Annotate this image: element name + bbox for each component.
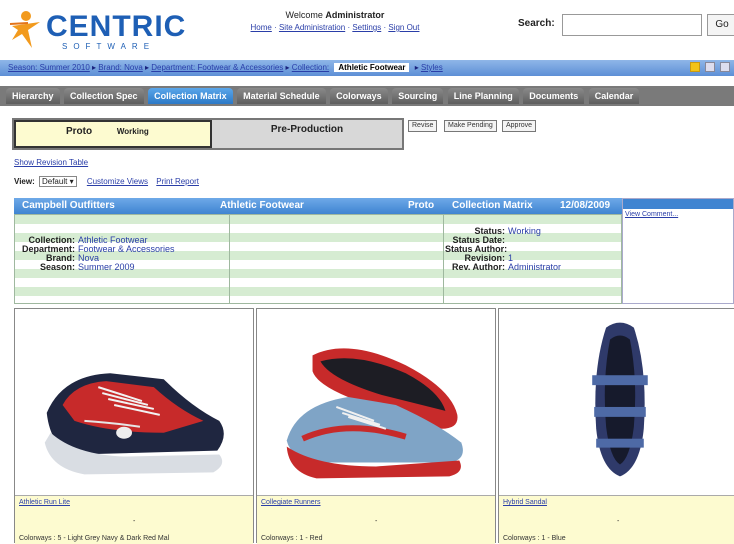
tab-documents[interactable]: Documents — [523, 88, 585, 104]
page-icon[interactable] — [704, 62, 715, 72]
product-card[interactable]: Athletic Run Lite - Colorways : 5 - Ligh… — [14, 308, 254, 544]
matrix-page-title: Collection Matrix — [452, 200, 533, 211]
product-colorways: Colorways : 1 - Red — [261, 535, 323, 542]
tab-collection-matrix[interactable]: Collection Matrix — [148, 88, 233, 104]
matrix-date: 12/08/2009 — [560, 200, 611, 211]
breadcrumb: Season: Summer 2010 ▸ Brand: Nova ▸ Depa… — [0, 60, 734, 76]
print-report-link[interactable]: Print Report — [156, 177, 199, 186]
tab-sourcing[interactable]: Sourcing — [392, 88, 444, 104]
make-pending-button[interactable]: Make Pending — [444, 120, 497, 132]
centric-logo-mark-icon — [9, 11, 40, 48]
tab-collection-spec[interactable]: Collection Spec — [64, 88, 144, 104]
breadcrumb-collection[interactable]: Collection: — [292, 63, 329, 72]
favorite-star-icon[interactable] — [689, 62, 700, 72]
header: CENTRIC SOFTWARE Welcome Administrator H… — [0, 0, 734, 56]
view-select-value: Default — [41, 177, 68, 186]
breadcrumb-brand[interactable]: Brand: Nova — [98, 63, 142, 72]
brand-subtitle: SOFTWARE — [62, 42, 156, 51]
product-colorways: Colorways : 1 - Blue — [503, 535, 566, 542]
view-label: View: — [14, 177, 35, 186]
product-image-run-lite[interactable] — [15, 309, 253, 495]
welcome-prefix: Welcome — [285, 10, 323, 20]
product-name-link[interactable]: Collegiate Runners — [261, 499, 321, 506]
product-colorways: Colorways : 5 - Light Grey Navy & Dark R… — [19, 535, 170, 542]
approve-button[interactable]: Approve — [502, 120, 537, 132]
product-name-link[interactable]: Hybrid Sandal — [503, 499, 547, 506]
product-image-hybrid-sandal[interactable] — [499, 309, 734, 495]
phase-selector: Proto Working Pre-Production — [12, 118, 404, 150]
product-card[interactable]: Collegiate Runners - Colorways : 1 - Red — [256, 308, 496, 544]
view-row: View: Default ▾ Customize Views Print Re… — [14, 176, 199, 187]
breadcrumb-icons — [687, 62, 730, 74]
matrix-header-bar: Campbell Outfitters Athletic Footwear Pr… — [14, 198, 622, 214]
welcome-block: Welcome Administrator Home · Site Admini… — [220, 10, 450, 32]
show-revision-table-link[interactable]: Show Revision Table — [14, 158, 88, 167]
product-info: Collegiate Runners - Colorways : 1 - Red — [257, 495, 495, 544]
search-input[interactable] — [562, 14, 702, 36]
tab-line-planning[interactable]: Line Planning — [447, 88, 519, 104]
phase-current-status: Working — [116, 127, 149, 136]
tab-hierarchy[interactable]: Hierarchy — [6, 88, 60, 104]
breadcrumb-current: Athletic Footwear — [334, 63, 410, 72]
product-info: Athletic Run Lite - Colorways : 5 - Ligh… — [15, 495, 253, 544]
matrix-phase: Proto — [408, 200, 435, 211]
product-info: Hybrid Sandal - Colorways : 1 - Blue — [499, 495, 734, 544]
phase-current[interactable]: Proto Working — [14, 120, 212, 148]
matrix-company: Campbell Outfitters — [22, 200, 115, 211]
settings-link[interactable]: Settings — [352, 23, 381, 32]
tab-material-schedule[interactable]: Material Schedule — [237, 88, 326, 104]
breadcrumb-department[interactable]: Department: Footwear & Accessories — [151, 63, 283, 72]
welcome-user: Administrator — [325, 10, 385, 20]
revise-button[interactable]: Revise — [408, 120, 438, 132]
detail-rev-author: Rev. Author: Administrator — [452, 262, 562, 272]
site-administration-link[interactable]: Site Administration — [279, 23, 345, 32]
header-links: Home · Site Administration · Settings · … — [250, 23, 420, 32]
customize-views-link[interactable]: Customize Views — [87, 177, 148, 186]
collection-details-table: Collection: Athletic Footwear Department:… — [14, 214, 622, 304]
breadcrumb-season[interactable]: Season: Summer 2010 — [8, 63, 90, 72]
detail-season: Season: Summer 2009 — [39, 262, 135, 272]
search-label: Search: — [518, 18, 555, 29]
go-button[interactable]: Go — [707, 14, 734, 36]
product-image-collegiate-runners[interactable] — [257, 309, 495, 495]
breadcrumb-styles[interactable]: Styles — [421, 63, 443, 72]
comment-panel: View Comment... — [622, 198, 734, 304]
product-card[interactable]: Hybrid Sandal - Colorways : 1 - Blue — [498, 308, 734, 544]
phase-current-name: Proto — [66, 126, 93, 137]
tab-colorways[interactable]: Colorways — [330, 88, 388, 104]
product-name-link[interactable]: Athletic Run Lite — [19, 499, 70, 506]
brand-name: CENTRIC — [46, 10, 187, 43]
product-grid: Athletic Run Lite - Colorways : 5 - Ligh… — [14, 308, 734, 544]
sign-out-link[interactable]: Sign Out — [388, 23, 419, 32]
view-select[interactable]: Default ▾ — [38, 176, 77, 187]
phase-next[interactable]: Pre-Production — [212, 120, 402, 148]
print-icon[interactable] — [720, 62, 730, 72]
tab-calendar[interactable]: Calendar — [588, 88, 640, 104]
centric-logo[interactable]: CENTRIC SOFTWARE — [6, 8, 185, 52]
view-comment-link[interactable]: View Comment... — [623, 209, 733, 220]
main-tab-bar: Hierarchy Collection Spec Collection Mat… — [0, 86, 734, 106]
matrix-collection: Athletic Footwear — [220, 200, 304, 211]
home-link[interactable]: Home — [251, 23, 272, 32]
